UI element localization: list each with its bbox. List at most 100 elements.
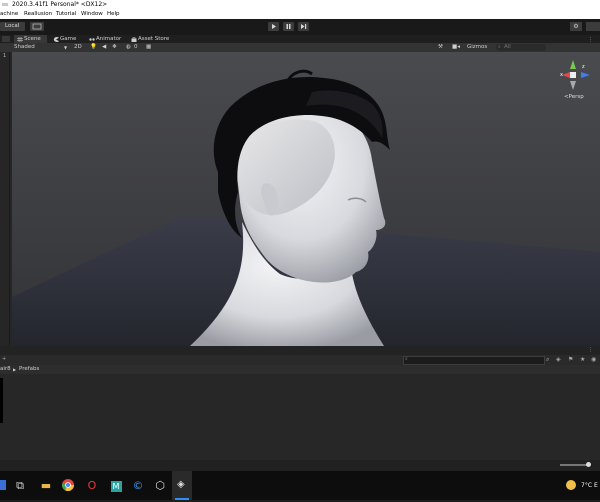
eye-slash-icon: ◍ xyxy=(126,44,131,50)
window-icon xyxy=(2,3,8,6)
app-c-icon[interactable]: © xyxy=(128,471,148,500)
panel-divider[interactable] xyxy=(9,52,10,346)
breadcrumb-folder[interactable]: Prefabs xyxy=(19,365,39,374)
bag-icon xyxy=(131,36,137,42)
status-bar xyxy=(0,460,600,471)
settings-button[interactable]: ⚙ xyxy=(570,22,582,31)
effects-toggle[interactable]: ❖ xyxy=(112,43,117,52)
shading-mode-dropdown[interactable]: Shaded ▼ xyxy=(14,43,70,52)
pause-button[interactable] xyxy=(283,22,294,31)
breadcrumb-root[interactable]: air8 xyxy=(0,365,11,374)
account-button[interactable] xyxy=(586,22,600,31)
tab-scene-label: Scene xyxy=(24,36,41,42)
step-icon xyxy=(301,24,307,29)
gizmos-label: Gizmos xyxy=(467,44,488,50)
scene-toolbar: Shaded ▼ 2D 💡 ◀ ❖ ◍ 0 ▦ ⚒ ■◂ Gizmos All … xyxy=(0,43,600,52)
chrome-logo xyxy=(62,479,74,492)
tab-asset-store-label: Asset Store xyxy=(138,36,170,42)
project-search-input[interactable]: ⌕ xyxy=(403,356,545,365)
m-badge: M xyxy=(110,481,122,492)
orientation-gizmo[interactable]: x z <Persp xyxy=(560,58,596,102)
grid-toggle[interactable]: ▦ xyxy=(146,43,151,52)
file-explorer-icon[interactable]: ▬ xyxy=(36,471,56,500)
gizmos-dropdown[interactable]: Gizmos xyxy=(467,43,487,52)
hidden-objects-toggle[interactable]: ◍ xyxy=(126,43,131,52)
app-m-icon[interactable]: M xyxy=(106,471,126,500)
gear-icon: ⚙ xyxy=(573,23,579,30)
menu-bar: achine Reallusion Tutorial Window Help xyxy=(0,9,600,19)
chevron-down-icon: ▼ xyxy=(64,45,68,50)
menu-item-reallusion[interactable]: Reallusion xyxy=(24,9,52,19)
weather-icon[interactable] xyxy=(566,480,576,490)
opera-icon[interactable]: O xyxy=(82,471,102,500)
camera-button[interactable]: ■◂ xyxy=(452,43,460,52)
project-content-area[interactable] xyxy=(0,374,600,460)
unity-editor-taskbar-button[interactable]: ◈ xyxy=(172,471,192,500)
filter-type-icon[interactable]: ◈ xyxy=(556,356,561,363)
tab-game-label: Game xyxy=(60,36,77,42)
plus-icon[interactable]: + xyxy=(2,356,6,362)
menu-item-tutorial[interactable]: Tutorial xyxy=(56,9,76,19)
menu-item-window[interactable]: Window xyxy=(81,9,103,19)
effects-icon: ❖ xyxy=(112,44,117,50)
tab-scene[interactable]: Scene xyxy=(14,35,47,43)
tools-icon: ⚒ xyxy=(438,44,443,50)
prefab-thumbnail[interactable] xyxy=(0,378,3,423)
visibility-icon[interactable]: ◉ xyxy=(591,356,596,363)
audio-toggle[interactable]: ◀ xyxy=(102,43,106,52)
lighting-toggle[interactable]: 💡 xyxy=(90,43,97,52)
grid-icon: ▦ xyxy=(146,44,152,50)
camera-icon: ■◂ xyxy=(452,44,460,50)
tab-animator-label: Animator xyxy=(96,36,122,42)
tools-button[interactable]: ⚒ xyxy=(438,43,443,52)
step-button[interactable] xyxy=(298,22,309,31)
search-filter-icon[interactable]: ⌕ xyxy=(546,356,549,364)
breadcrumb: air8 ▶ Prefabs xyxy=(0,365,600,374)
chrome-icon[interactable] xyxy=(58,471,78,500)
window-title: 2020.3.41f1 Personal* <DX12> xyxy=(12,1,108,8)
tab-game[interactable]: Game xyxy=(50,35,84,43)
menu-item-machine[interactable]: achine xyxy=(0,9,18,19)
menu-item-help[interactable]: Help xyxy=(107,9,120,19)
chevron-right-icon: ▶ xyxy=(13,367,17,372)
projection-label[interactable]: <Persp xyxy=(564,94,584,100)
scene-render xyxy=(12,69,600,346)
label-icon[interactable]: ⚑ xyxy=(568,356,573,363)
local-label: Local xyxy=(5,23,20,29)
2d-label: 2D xyxy=(74,44,82,50)
pause-icon xyxy=(286,24,291,29)
2d-toggle[interactable]: 2D xyxy=(74,43,82,52)
star-icon[interactable]: ★ xyxy=(580,356,585,363)
scene-search-input[interactable]: All ⌕ xyxy=(496,44,546,51)
play-icon xyxy=(272,24,276,29)
local-global-toggle[interactable]: Local xyxy=(0,22,25,31)
search-icon: ⌕ xyxy=(405,356,408,362)
light-bulb-icon: 💡 xyxy=(90,44,97,50)
scene-search-placeholder: All xyxy=(504,44,511,50)
play-button[interactable] xyxy=(268,22,279,31)
grid-snap-button[interactable] xyxy=(30,22,44,31)
unity-icon: ◈ xyxy=(177,479,185,490)
tab-animator[interactable]: Animator xyxy=(86,35,128,43)
tab-asset-store[interactable]: Asset Store xyxy=(128,35,174,43)
windows-start-icon[interactable] xyxy=(0,480,6,490)
main-toolbar: Local ⚙ xyxy=(0,19,600,35)
shading-mode-value: Shaded xyxy=(14,44,35,50)
tray-extra-text: E xyxy=(594,482,598,489)
z-axis-label: z xyxy=(582,64,585,70)
scene-viewport[interactable]: x z <Persp xyxy=(12,52,600,346)
search-icon: ⌕ xyxy=(498,44,501,50)
speaker-icon: ◀ xyxy=(102,44,107,50)
temperature-text[interactable]: 7°C xyxy=(581,471,592,500)
panel-menu-icon[interactable]: ⋮ xyxy=(588,347,593,353)
window-title-bar: 2020.3.41f1 Personal* <DX12> xyxy=(0,0,600,9)
zoom-slider-handle[interactable] xyxy=(586,462,591,467)
left-tab-stub[interactable] xyxy=(2,36,10,42)
unity-hub-icon[interactable]: ⬡ xyxy=(150,471,170,500)
grid-snap-icon xyxy=(32,23,42,30)
hierarchy-row-number: 1 xyxy=(3,53,7,59)
hierarchy-panel[interactable]: 1 xyxy=(0,52,12,346)
grid-icon xyxy=(17,36,23,42)
task-view-icon[interactable]: ⧉ xyxy=(10,471,30,500)
x-axis-label: x xyxy=(560,72,563,78)
